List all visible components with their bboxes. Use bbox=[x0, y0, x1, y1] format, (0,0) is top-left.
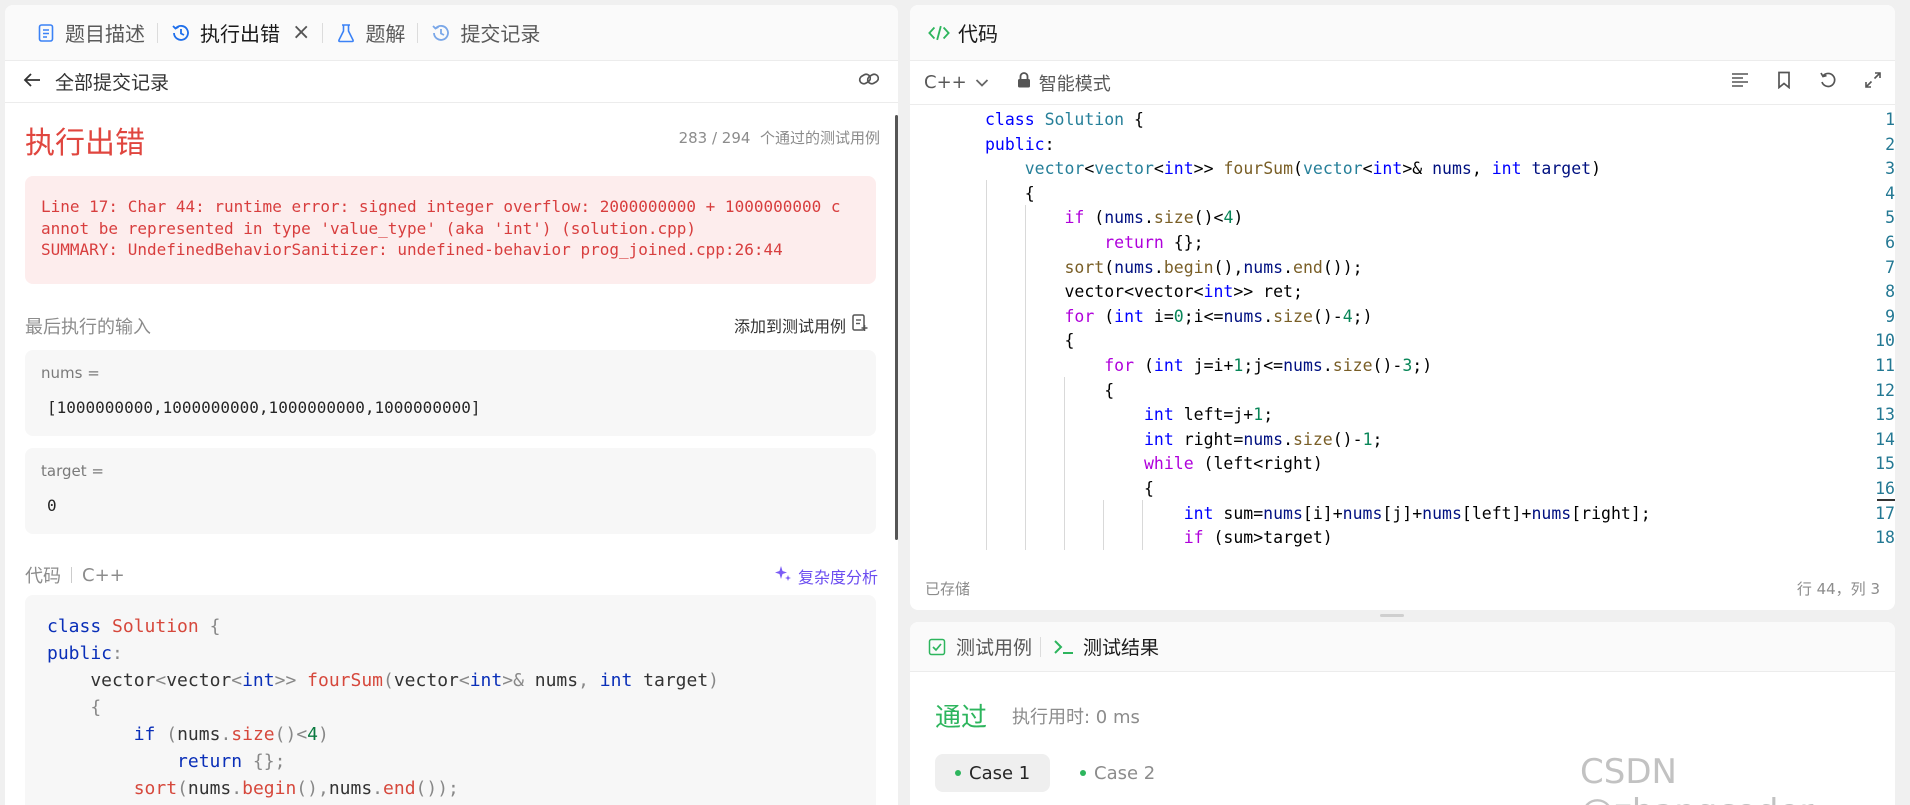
tab-submissions[interactable]: 提交记录 bbox=[418, 5, 552, 61]
line-number: 10 bbox=[1875, 331, 1895, 351]
editor-code[interactable]: class Solution { public: vector<vector<i… bbox=[0, 108, 1651, 575]
result-title: 执行出错 bbox=[25, 126, 145, 161]
language-select[interactable]: C++ bbox=[924, 72, 989, 93]
pass-dot-icon bbox=[1080, 770, 1086, 776]
error-line: Line 17: Char 44: runtime error: signed … bbox=[41, 197, 841, 216]
runtime-text: 执行用时: 0 ms bbox=[1012, 707, 1140, 728]
language-value: C++ bbox=[924, 72, 967, 93]
tab-testcases[interactable]: 测试用例 bbox=[926, 622, 1040, 675]
tab-solution[interactable]: 题解 bbox=[323, 5, 417, 61]
tab-solution-label: 题解 bbox=[365, 22, 406, 46]
reset-icon[interactable] bbox=[1819, 71, 1837, 94]
line-number: 14 bbox=[1875, 429, 1895, 449]
nums-label: nums = bbox=[41, 364, 100, 382]
nums-value: [1000000000,1000000000,1000000000,100000… bbox=[47, 398, 481, 417]
line-number: 16 bbox=[1875, 479, 1895, 498]
saved-status: 已存储 bbox=[925, 580, 971, 598]
all-submissions-link[interactable]: 全部提交记录 bbox=[55, 68, 169, 95]
line-number: 15 bbox=[1875, 454, 1895, 474]
watermark: CSDN @zhangcoder bbox=[1580, 752, 1813, 805]
tab-error[interactable]: 执行出错 × bbox=[158, 5, 322, 61]
case-2-tab[interactable]: Case 2 bbox=[1060, 754, 1175, 792]
last-input-label: 最后执行的输入 bbox=[25, 317, 151, 338]
bookmark-icon[interactable] bbox=[1777, 71, 1791, 94]
line-number: 3 bbox=[1885, 159, 1895, 179]
editor-header: 代码 bbox=[910, 5, 1895, 61]
case-2-label: Case 2 bbox=[1094, 762, 1156, 784]
flask-icon bbox=[335, 22, 357, 44]
code-section-label: 代码 bbox=[25, 566, 61, 587]
history-icon bbox=[170, 22, 192, 44]
tab-code[interactable]: 代码 bbox=[924, 5, 1002, 61]
complexity-analysis-button[interactable]: 复杂度分析 bbox=[774, 564, 878, 588]
case-1-label: Case 1 bbox=[969, 762, 1031, 784]
left-tab-bar: 题目描述 执行出错 × 题解 提交记录 bbox=[5, 5, 898, 61]
back-arrow-icon[interactable] bbox=[23, 71, 41, 93]
target-label: target = bbox=[41, 462, 104, 480]
pass-dot-icon bbox=[955, 770, 961, 776]
error-line: annot be represented in type 'value_type… bbox=[41, 218, 697, 238]
pass-count-value: 283 / 294 bbox=[678, 129, 751, 147]
tab-error-label: 执行出错 bbox=[200, 22, 280, 46]
line-number: 11 bbox=[1875, 356, 1895, 375]
code-section-header: 代码 C++ bbox=[25, 562, 125, 588]
sparkle-icon bbox=[774, 565, 792, 587]
code-preview: class Solution { public: vector<vector<i… bbox=[25, 595, 876, 805]
terminal-icon bbox=[1053, 636, 1075, 658]
code-section-lang: C++ bbox=[82, 564, 125, 586]
case-1-tab[interactable]: Case 1 bbox=[935, 754, 1051, 792]
tab-testcases-label: 测试用例 bbox=[956, 637, 1033, 659]
submission-subbar: 全部提交记录 bbox=[5, 61, 898, 103]
smart-mode-label: 智能模式 bbox=[1038, 73, 1111, 95]
tab-code-label: 代码 bbox=[958, 22, 998, 46]
error-message-box: Line 17: Char 44: runtime error: signed … bbox=[25, 176, 876, 284]
tab-description[interactable]: 题目描述 bbox=[23, 5, 157, 61]
cursor-position: 行 44，列 3 bbox=[1796, 580, 1880, 598]
add-to-testcase-button[interactable]: 添加到测试用例 bbox=[734, 313, 868, 337]
line-number: 13 bbox=[1875, 405, 1895, 425]
lock-icon bbox=[1017, 72, 1031, 93]
nums-input-box: nums = [1000000000,1000000000,1000000000… bbox=[25, 350, 876, 436]
tab-submissions-label: 提交记录 bbox=[460, 22, 541, 46]
line-number: 6 bbox=[1885, 233, 1895, 252]
pass-count-suffix: 个通过的测试用例 bbox=[759, 129, 880, 147]
line-number: 7 bbox=[1885, 257, 1895, 277]
error-line: SUMMARY: UndefinedBehaviorSanitizer: und… bbox=[41, 240, 783, 259]
complexity-analysis-label: 复杂度分析 bbox=[797, 568, 878, 587]
smart-mode-toggle[interactable]: 智能模式 bbox=[1017, 70, 1111, 96]
target-input-box: target = 0 bbox=[25, 448, 876, 534]
result-tab-bar: 测试用例 测试结果 bbox=[910, 622, 1895, 672]
pass-count: 283 / 294 个通过的测试用例 bbox=[679, 127, 880, 148]
code-icon bbox=[928, 22, 950, 44]
target-value: 0 bbox=[47, 496, 57, 515]
line-number: 1 bbox=[1885, 110, 1895, 129]
result-status: 通过 bbox=[935, 703, 988, 733]
line-number: 12 bbox=[1875, 380, 1895, 400]
line-number: 2 bbox=[1885, 134, 1895, 154]
left-scrollbar[interactable] bbox=[895, 115, 898, 540]
tab-description-label: 题目描述 bbox=[65, 22, 145, 46]
document-icon bbox=[35, 22, 57, 44]
chevron-down-icon bbox=[975, 72, 989, 93]
line-number: 17 bbox=[1875, 503, 1895, 523]
editor-line-numbers: 1 2 3 4 5 6 7 8 9 10 11 12 13 14 15 16 1… bbox=[930, 108, 1895, 575]
tab-test-results-label: 测试结果 bbox=[1083, 637, 1160, 659]
editor-scroll-marker bbox=[1877, 499, 1895, 501]
history-icon bbox=[430, 22, 452, 44]
panel-splitter[interactable] bbox=[1380, 614, 1404, 617]
add-list-icon bbox=[852, 314, 868, 336]
editor-toolbar: C++ 智能模式 bbox=[910, 61, 1895, 105]
line-number: 9 bbox=[1885, 306, 1895, 326]
format-icon[interactable] bbox=[1731, 72, 1749, 93]
line-number: 18 bbox=[1875, 528, 1895, 548]
line-number: 8 bbox=[1885, 282, 1895, 302]
tab-test-results[interactable]: 测试结果 bbox=[1041, 622, 1171, 675]
checkbox-icon bbox=[926, 636, 948, 658]
add-to-testcase-label: 添加到测试用例 bbox=[733, 317, 846, 336]
line-number: 4 bbox=[1885, 183, 1895, 203]
fullscreen-icon[interactable] bbox=[1865, 72, 1881, 93]
link-icon[interactable] bbox=[858, 70, 880, 93]
line-number: 5 bbox=[1885, 208, 1895, 228]
close-icon[interactable]: × bbox=[292, 20, 310, 45]
